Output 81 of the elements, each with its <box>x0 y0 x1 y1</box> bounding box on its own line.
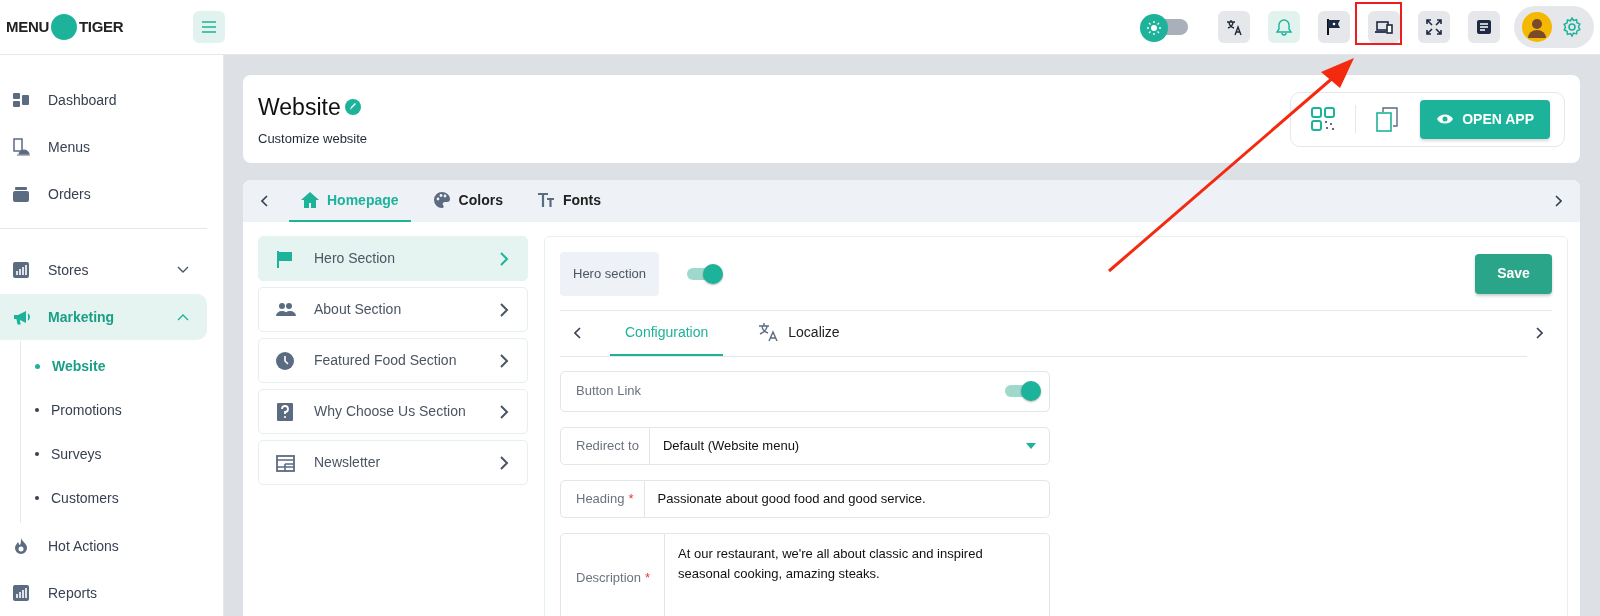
sidebar-item[interactable]: Orders <box>0 171 207 217</box>
redirect-dropdown[interactable]: Default (Website menu) <box>649 427 1049 464</box>
toolbar-button[interactable] <box>1218 11 1250 43</box>
fullscreen-icon <box>1425 18 1443 36</box>
required-mark: * <box>628 489 634 508</box>
toolbar-button[interactable] <box>1368 11 1400 43</box>
heading-input[interactable]: Passionate about good food and good service. <box>644 479 1050 518</box>
theme-toggle[interactable] <box>1140 14 1188 40</box>
translate-icon <box>758 322 781 342</box>
chevron-right-icon <box>1554 195 1562 207</box>
devices-icon <box>1375 18 1393 36</box>
chevron-right-icon <box>499 455 509 470</box>
copy-icon <box>1376 106 1401 132</box>
chevron-right-icon <box>499 353 509 368</box>
dashboard-icon <box>12 91 30 109</box>
highlight-frame <box>1355 2 1402 45</box>
profile-pill[interactable] <box>1514 6 1594 48</box>
chevron-left-icon <box>261 195 269 207</box>
text-size-icon <box>536 191 555 209</box>
section-item[interactable]: Why Choose Us Section <box>258 389 528 434</box>
avatar-icon <box>1522 12 1552 42</box>
section-item[interactable]: Featured Food Section <box>258 338 528 383</box>
section-label: Hero section <box>560 252 659 296</box>
chevron-right-icon <box>499 302 509 317</box>
chevron-up-icon <box>177 313 189 321</box>
button-link-toggle[interactable] <box>1005 380 1041 402</box>
tab[interactable]: Localize <box>743 310 855 356</box>
sidebar-item[interactable]: Dashboard <box>0 77 207 123</box>
sidebar-subitem[interactable]: Customers <box>21 476 223 520</box>
chevron-down-icon <box>177 266 189 274</box>
question-box-icon <box>276 402 296 421</box>
field-label: Redirect to <box>561 427 650 464</box>
tab[interactable]: Fonts <box>524 180 614 222</box>
logo-text: MENU <box>6 16 49 37</box>
page-title: Website <box>258 93 341 122</box>
section-item[interactable]: Newsletter <box>258 440 528 485</box>
required-mark: * <box>645 568 651 587</box>
sidebar-item[interactable]: Reports <box>0 570 207 616</box>
sidebar-item[interactable]: Menus <box>0 124 207 170</box>
toolbar-button[interactable] <box>1418 11 1450 43</box>
clock-icon <box>276 351 296 370</box>
field-label: Heading * <box>560 479 645 518</box>
flame-icon <box>12 537 30 555</box>
menu-board-icon <box>12 138 30 156</box>
bar-chart-icon <box>12 261 30 279</box>
tray-stack-icon <box>12 185 30 203</box>
tab[interactable]: Colors <box>420 180 515 222</box>
bar-chart-icon <box>12 584 30 602</box>
document-icon <box>1475 18 1493 36</box>
chevron-right-icon <box>1535 327 1543 339</box>
chevron-right-icon <box>499 404 509 419</box>
sidebar-item[interactable]: Hot Actions <box>0 523 207 569</box>
bell-icon <box>1275 18 1293 36</box>
sun-icon <box>1147 21 1161 35</box>
toolbar-button[interactable] <box>1468 11 1500 43</box>
chevron-left-icon <box>574 327 582 339</box>
sidebar-subitem[interactable]: Promotions <box>21 388 223 432</box>
settings-icon <box>1562 17 1582 37</box>
chevron-right-icon <box>499 251 509 266</box>
calendar-icon <box>276 453 296 472</box>
tiger-logo-icon <box>50 14 77 40</box>
field-label: Button Link <box>575 382 643 401</box>
people-icon <box>276 300 296 319</box>
logo-text: TIGER <box>78 16 124 37</box>
sidebar-item[interactable]: Stores <box>0 247 207 293</box>
page-subtitle: Customize website <box>258 129 368 148</box>
menu-icon <box>202 21 216 33</box>
translate-icon <box>1225 18 1243 36</box>
section-toggle[interactable] <box>687 262 723 285</box>
sidebar-subitem[interactable]: Surveys <box>21 432 223 476</box>
caret-down-icon <box>1026 442 1036 449</box>
description-input[interactable]: At our restaurant, we're all about classic and inspired seasonal cooking, amazing steaks. <box>665 532 1050 616</box>
section-item[interactable]: Hero Section <box>258 236 528 281</box>
megaphone-icon <box>12 308 30 326</box>
home-icon <box>301 191 319 209</box>
section-item[interactable]: About Section <box>258 287 528 332</box>
flag-icon <box>1325 18 1343 36</box>
qr-code-icon <box>1311 107 1336 131</box>
eye-icon <box>1436 113 1455 125</box>
toolbar-button[interactable] <box>1318 11 1350 43</box>
palette-icon <box>432 191 451 209</box>
